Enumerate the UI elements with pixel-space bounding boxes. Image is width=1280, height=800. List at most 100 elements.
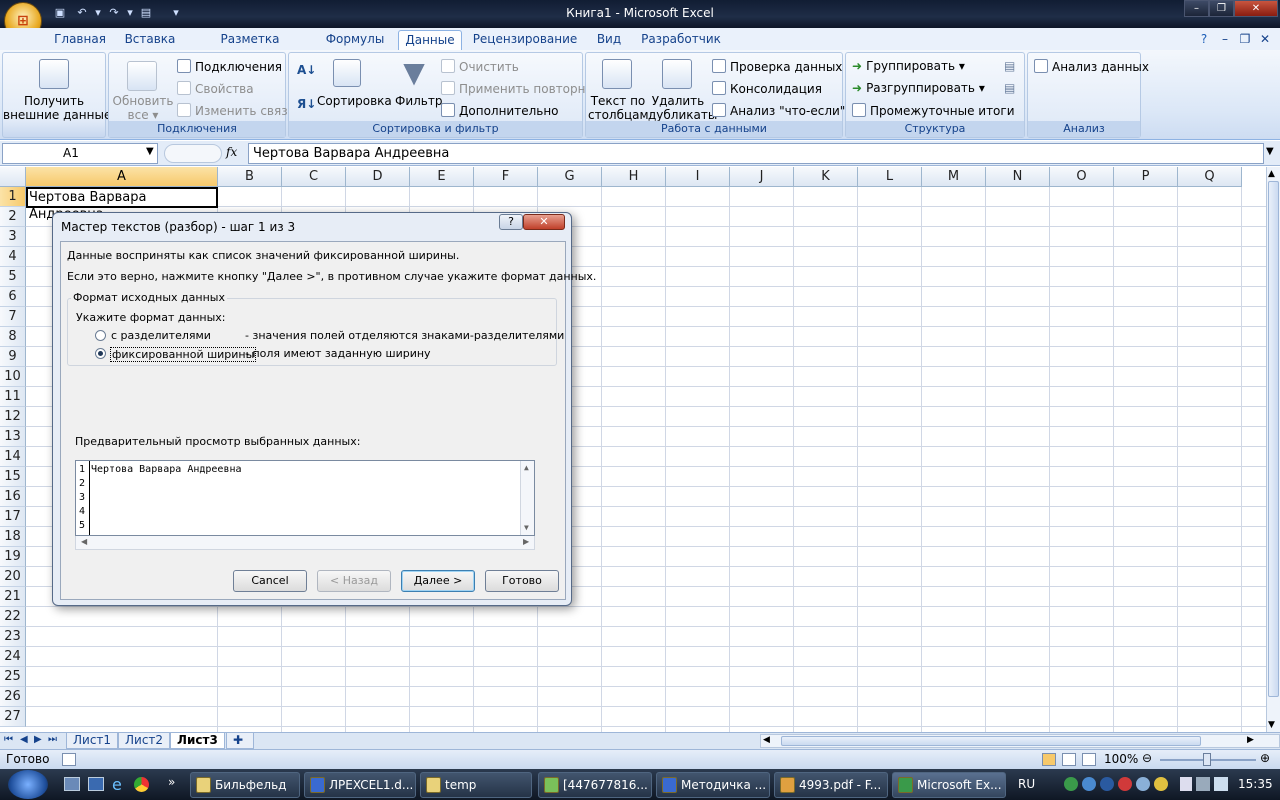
tab-review[interactable]: Рецензирование [472, 30, 578, 50]
row-header-25[interactable]: 25 [0, 667, 26, 687]
page-layout-view-icon[interactable] [1062, 753, 1076, 766]
properties-button[interactable]: Свойства [177, 81, 254, 96]
show-detail-icon[interactable]: ▤ [1004, 59, 1015, 73]
sheet-tab-3[interactable]: Лист3 [170, 733, 225, 749]
radio-fixed-width-label[interactable]: фиксированной ширины [110, 347, 257, 362]
ungroup-button[interactable]: ➜ Разгруппировать ▾ [852, 81, 985, 95]
dialog-close-button[interactable]: ✕ [523, 214, 565, 230]
radio-delimited[interactable] [95, 330, 106, 341]
redo-icon[interactable]: ↷ [106, 5, 122, 21]
row-header-12[interactable]: 12 [0, 407, 26, 427]
expand-formula-bar-icon[interactable]: ▼ [1266, 146, 1274, 157]
text-to-columns-button-line2[interactable]: столбцам [588, 108, 649, 122]
sheet-tab-2[interactable]: Лист2 [118, 733, 171, 749]
vertical-scrollbar[interactable]: ▲ ▼ [1266, 167, 1280, 732]
refresh-all-button-line2[interactable]: все ▾ [111, 108, 175, 122]
radio-fixed-width[interactable] [95, 348, 106, 359]
help-icon[interactable]: ? [1196, 30, 1212, 50]
network-icon[interactable] [1196, 777, 1210, 791]
column-header-g[interactable]: G [538, 167, 602, 187]
group-button[interactable]: ➜ Группировать ▾ [852, 59, 965, 73]
clear-button[interactable]: Очистить [441, 59, 519, 74]
row-header-24[interactable]: 24 [0, 647, 26, 667]
select-all-corner[interactable] [0, 167, 26, 187]
next-sheet-icon[interactable]: ▶ [34, 734, 42, 745]
macro-record-icon[interactable] [62, 753, 76, 766]
row-header-8[interactable]: 8 [0, 327, 26, 347]
form-icon[interactable]: ▤ [138, 5, 154, 21]
horizontal-scroll-thumb[interactable] [781, 736, 1201, 746]
last-sheet-icon[interactable]: ⏭ [48, 734, 57, 745]
dialog-help-button[interactable]: ? [499, 214, 523, 230]
formula-input[interactable]: Чертова Варвара Андреевна [248, 143, 1264, 164]
sort-za-icon[interactable]: Я↓ [297, 97, 316, 111]
preview-scroll-down-icon[interactable]: ▼ [524, 523, 529, 532]
back-button[interactable]: < Назад [317, 570, 391, 592]
tab-view[interactable]: Вид [590, 30, 628, 50]
advanced-button[interactable]: Дополнительно [441, 103, 559, 118]
tray-icon-5[interactable] [1136, 777, 1150, 791]
column-header-p[interactable]: P [1114, 167, 1178, 187]
show-desktop-icon[interactable] [64, 777, 80, 791]
tray-icon-3[interactable] [1100, 777, 1114, 791]
column-header-i[interactable]: I [666, 167, 730, 187]
language-indicator[interactable]: RU [1018, 777, 1035, 791]
column-header-a[interactable]: A [26, 167, 218, 187]
row-header-16[interactable]: 16 [0, 487, 26, 507]
row-header-10[interactable]: 10 [0, 367, 26, 387]
scroll-left-icon[interactable]: ◀ [763, 735, 770, 745]
quicklaunch-more-icon[interactable]: » [168, 775, 175, 789]
row-header-18[interactable]: 18 [0, 527, 26, 547]
preview-horizontal-scrollbar[interactable]: ◀ ▶ [75, 536, 535, 550]
clock[interactable]: 15:35 [1238, 777, 1273, 791]
redo-dropdown-icon[interactable]: ▾ [122, 5, 138, 21]
zoom-out-icon[interactable]: ⊖ [1142, 751, 1152, 765]
row-header-6[interactable]: 6 [0, 287, 26, 307]
taskbar-item-excel[interactable]: Microsoft Ex... [892, 772, 1006, 798]
hide-detail-icon[interactable]: ▤ [1004, 81, 1015, 95]
tray-icon-1[interactable] [1064, 777, 1078, 791]
zoom-in-icon[interactable]: ⊕ [1260, 751, 1270, 765]
row-header-13[interactable]: 13 [0, 427, 26, 447]
prev-sheet-icon[interactable]: ◀ [20, 734, 28, 745]
what-if-analysis-button[interactable]: Анализ "что-если" ▾ [712, 103, 855, 118]
first-sheet-icon[interactable]: ⏮ [4, 734, 13, 745]
row-header-22[interactable]: 22 [0, 607, 26, 627]
taskbar-item-metodichka[interactable]: Методичка ... [656, 772, 770, 798]
sheet-tab-1[interactable]: Лист1 [66, 733, 119, 749]
taskbar-item-lrexcel[interactable]: ЛРEXCEL1.d... [304, 772, 416, 798]
scroll-down-icon[interactable]: ▼ [1268, 720, 1275, 730]
reapply-button[interactable]: Применить повторно [441, 81, 593, 96]
row-header-21[interactable]: 21 [0, 587, 26, 607]
row-header-7[interactable]: 7 [0, 307, 26, 327]
cancel-button[interactable]: Cancel [233, 570, 307, 592]
customize-qat-icon[interactable]: ▾ [168, 5, 184, 21]
row-header-3[interactable]: 3 [0, 227, 26, 247]
switch-windows-icon[interactable] [88, 777, 104, 791]
page-break-view-icon[interactable] [1082, 753, 1096, 766]
chrome-icon[interactable] [134, 777, 149, 792]
column-header-k[interactable]: K [794, 167, 858, 187]
taskbar-item-447677816[interactable]: [447677816... [538, 772, 652, 798]
ribbon-minimize-icon[interactable]: – [1218, 30, 1232, 50]
insert-function-icon[interactable]: fx [226, 145, 237, 159]
row-header-5[interactable]: 5 [0, 267, 26, 287]
row-header-11[interactable]: 11 [0, 387, 26, 407]
insert-sheet-icon[interactable]: ✚ [226, 733, 254, 749]
normal-view-icon[interactable] [1042, 753, 1056, 766]
column-header-o[interactable]: O [1050, 167, 1114, 187]
column-header-l[interactable]: L [858, 167, 922, 187]
row-header-2[interactable]: 2 [0, 207, 26, 227]
row-header-19[interactable]: 19 [0, 547, 26, 567]
battery-icon[interactable] [1180, 777, 1192, 791]
refresh-all-button[interactable]: Обновить [111, 94, 175, 108]
tray-icon-4[interactable] [1118, 777, 1132, 791]
maximize-button[interactable]: ❐ [1209, 0, 1234, 17]
vertical-scroll-thumb[interactable] [1268, 181, 1279, 697]
column-header-b[interactable]: B [218, 167, 282, 187]
start-button[interactable] [8, 770, 48, 799]
row-header-9[interactable]: 9 [0, 347, 26, 367]
column-header-j[interactable]: J [730, 167, 794, 187]
row-header-27[interactable]: 27 [0, 707, 26, 727]
column-header-e[interactable]: E [410, 167, 474, 187]
